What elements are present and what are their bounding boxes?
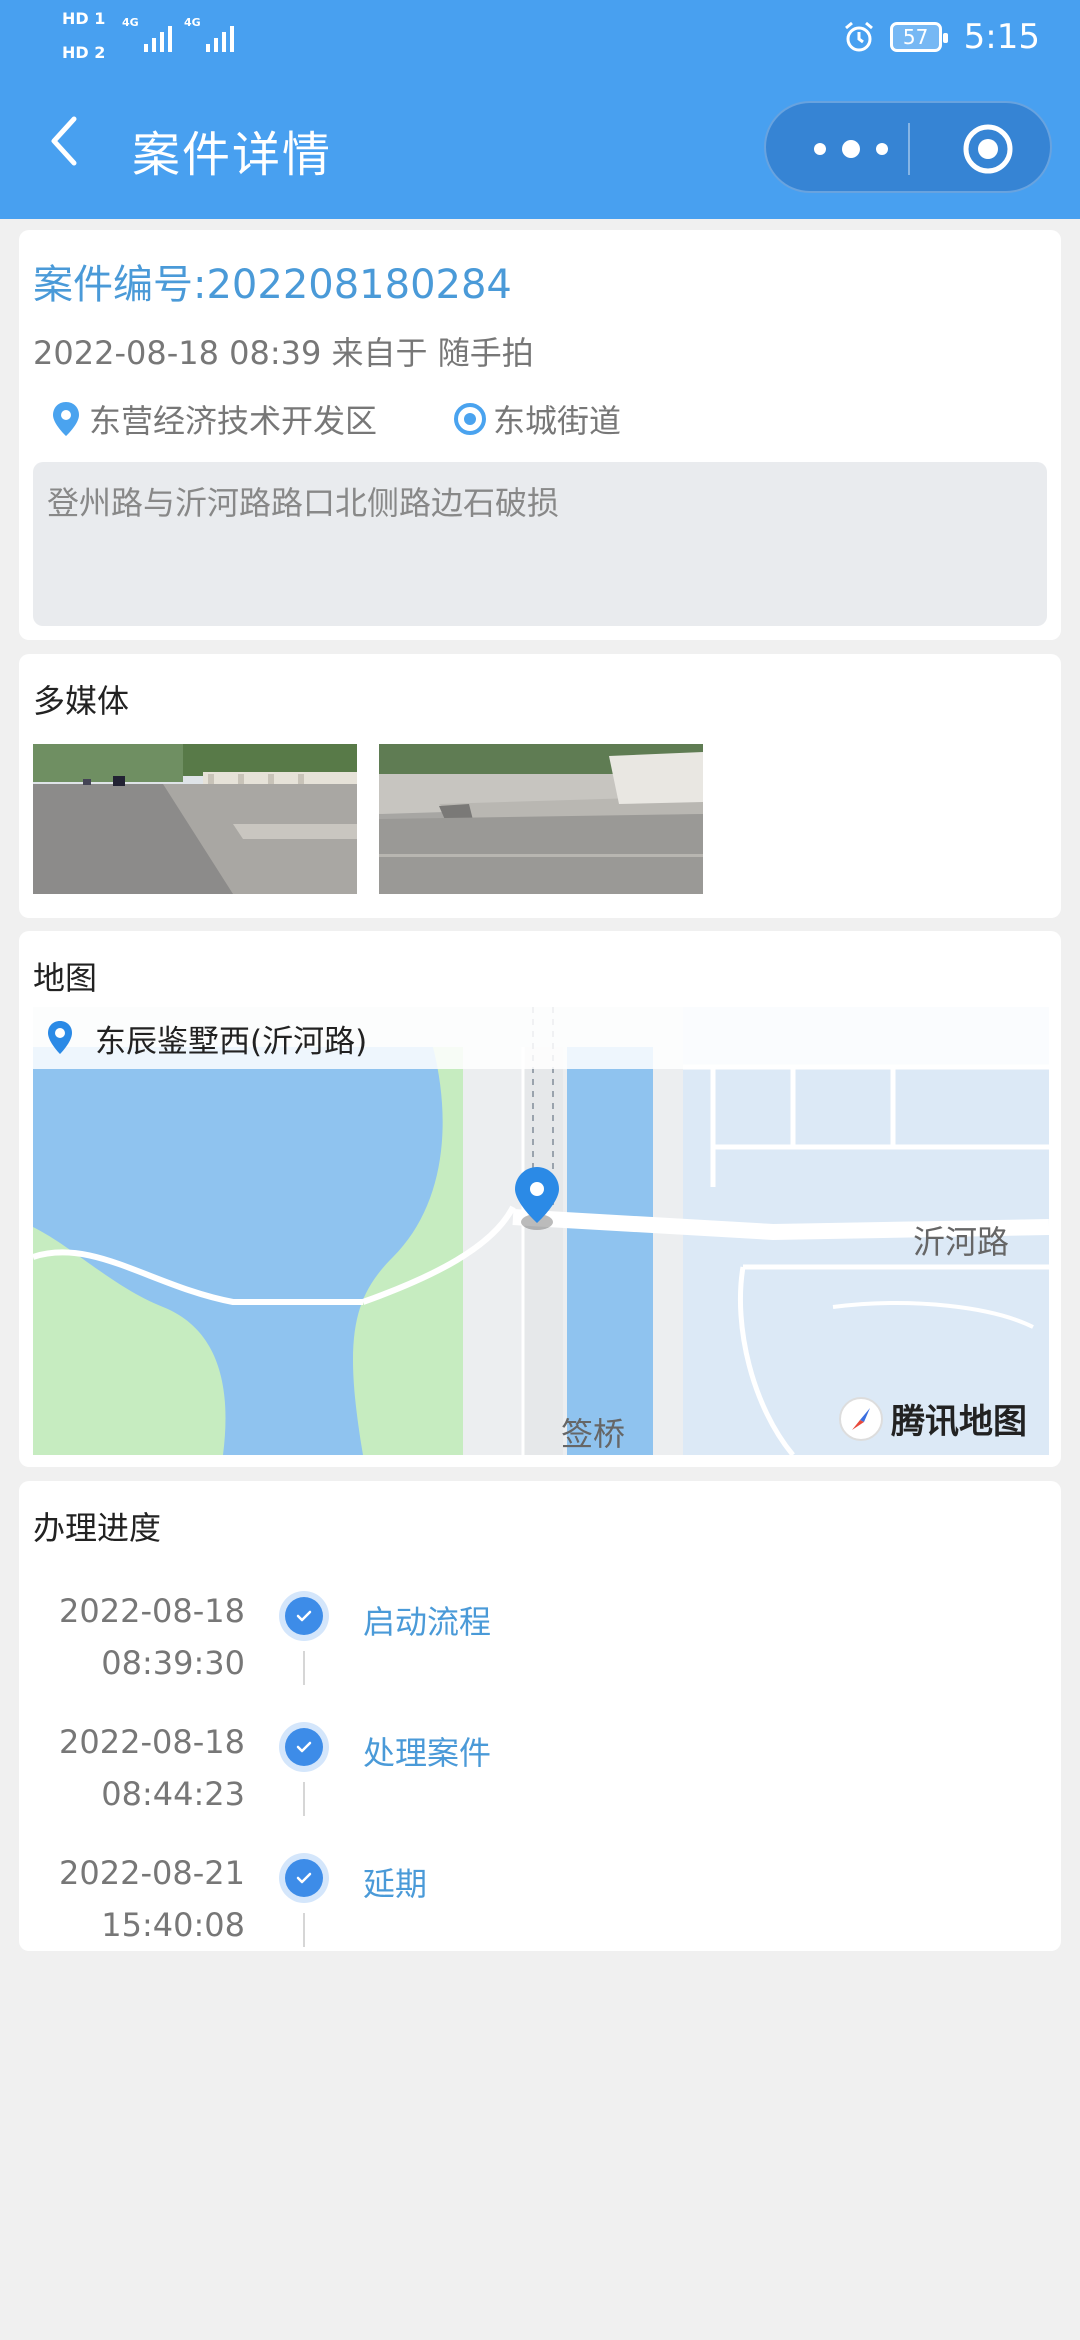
media-title: 多媒体	[33, 682, 130, 720]
street-location: 东城街道	[453, 396, 621, 442]
nav-bar: 案件详情	[0, 85, 1080, 205]
timeline-date: 2022-08-18 08:39:30	[59, 1585, 245, 1689]
battery-level: 57	[902, 25, 929, 49]
app-header: HD 1 HD 2 4G 4G 57 5:15 案件详情	[0, 0, 1080, 219]
check-circle-icon	[279, 1853, 329, 1903]
signal-icon: 4G	[184, 16, 234, 52]
road-photo-2	[379, 744, 703, 894]
check-circle-icon	[279, 1722, 329, 1772]
map-logo-text: 腾讯地图	[891, 1402, 1027, 1442]
signal-icon: 4G	[122, 16, 172, 52]
timeline-label: 处理案件	[363, 1734, 492, 1772]
timeline-day: 2022-08-18	[59, 1723, 245, 1761]
timeline-label: 延期	[363, 1865, 428, 1903]
street-name: 东城街道	[493, 402, 622, 440]
map-view[interactable]: 东辰鉴墅西(沂河路) 沂河路 签桥 腾讯地图	[33, 1007, 1049, 1455]
page-title: 案件详情	[132, 127, 333, 183]
timeline-time: 08:39:30	[101, 1644, 245, 1682]
media-thumbnail[interactable]	[379, 744, 703, 894]
timeline-item: 2022-08-18 08:39:30 启动流程	[19, 1569, 1061, 1699]
case-meta: 2022-08-18 08:39 来自于 随手拍	[33, 334, 534, 372]
chevron-left-icon[interactable]	[40, 111, 90, 171]
hd1-indicator: HD 1	[62, 9, 106, 28]
case-description: 登州路与沂河路路口北侧路边石破损	[33, 462, 1047, 626]
timeline-day: 2022-08-21	[59, 1854, 245, 1892]
road-photo-1	[33, 744, 357, 894]
timeline-label: 启动流程	[363, 1603, 492, 1641]
mini-program-capsule	[764, 101, 1052, 193]
map-provider-logo: 腾讯地图	[839, 1394, 1027, 1443]
status-time: 5:15	[963, 17, 1040, 57]
network-type-2: 4G	[184, 16, 201, 29]
location-pin-icon	[53, 402, 79, 436]
target-location-icon	[454, 403, 486, 435]
media-card: 多媒体	[19, 654, 1061, 918]
timeline-connector	[303, 1782, 305, 1816]
compass-icon	[839, 1396, 883, 1441]
timeline-day: 2022-08-18	[59, 1592, 245, 1630]
timeline-item: 2022-08-18 08:44:23 处理案件	[19, 1700, 1061, 1830]
more-dots-icon[interactable]	[806, 131, 896, 167]
case-number: 案件编号:202208180284	[33, 262, 512, 308]
case-info-card: 案件编号:202208180284 2022-08-18 08:39 来自于 随…	[19, 230, 1061, 640]
timeline-date: 2022-08-18 08:44:23	[59, 1716, 245, 1820]
map-place-bar: 东辰鉴墅西(沂河路)	[33, 1007, 1049, 1069]
capsule-divider	[908, 123, 910, 175]
location-pin-icon	[48, 1021, 72, 1054]
media-thumbnail[interactable]	[33, 744, 357, 894]
map-bridge-label: 签桥	[561, 1415, 626, 1453]
timeline-item: 2022-08-21 15:40:08 延期	[19, 1831, 1061, 1961]
map-title: 地图	[33, 959, 98, 997]
map-card: 地图 东辰鉴墅西(沂河路) 沂河路 签桥 腾讯地图	[19, 931, 1061, 1467]
map-place-name: 东辰鉴墅西(沂河路)	[95, 1023, 368, 1060]
map-road-label: 沂河路	[913, 1223, 1010, 1261]
timeline-time: 15:40:08	[101, 1906, 245, 1944]
target-circle-icon[interactable]	[960, 121, 1016, 177]
battery-icon: 57	[889, 22, 948, 52]
map-canvas	[33, 1007, 1049, 1455]
status-bar: HD 1 HD 2 4G 4G 57 5:15	[0, 0, 1080, 75]
timeline-connector	[303, 1913, 305, 1947]
timeline-connector	[303, 1651, 305, 1685]
timeline-date: 2022-08-21 15:40:08	[59, 1847, 245, 1951]
hd2-indicator: HD 2	[62, 43, 106, 62]
progress-title: 办理进度	[33, 1509, 162, 1547]
progress-card: 办理进度 2022-08-18 08:39:30 启动流程 2022-08-18…	[19, 1481, 1061, 1951]
district-location: 东营经济技术开发区	[49, 396, 377, 442]
district-name: 东营经济技术开发区	[89, 402, 378, 440]
alarm-icon	[844, 21, 873, 52]
check-circle-icon	[279, 1591, 329, 1641]
timeline-time: 08:44:23	[101, 1775, 245, 1813]
network-type-1: 4G	[122, 16, 139, 29]
